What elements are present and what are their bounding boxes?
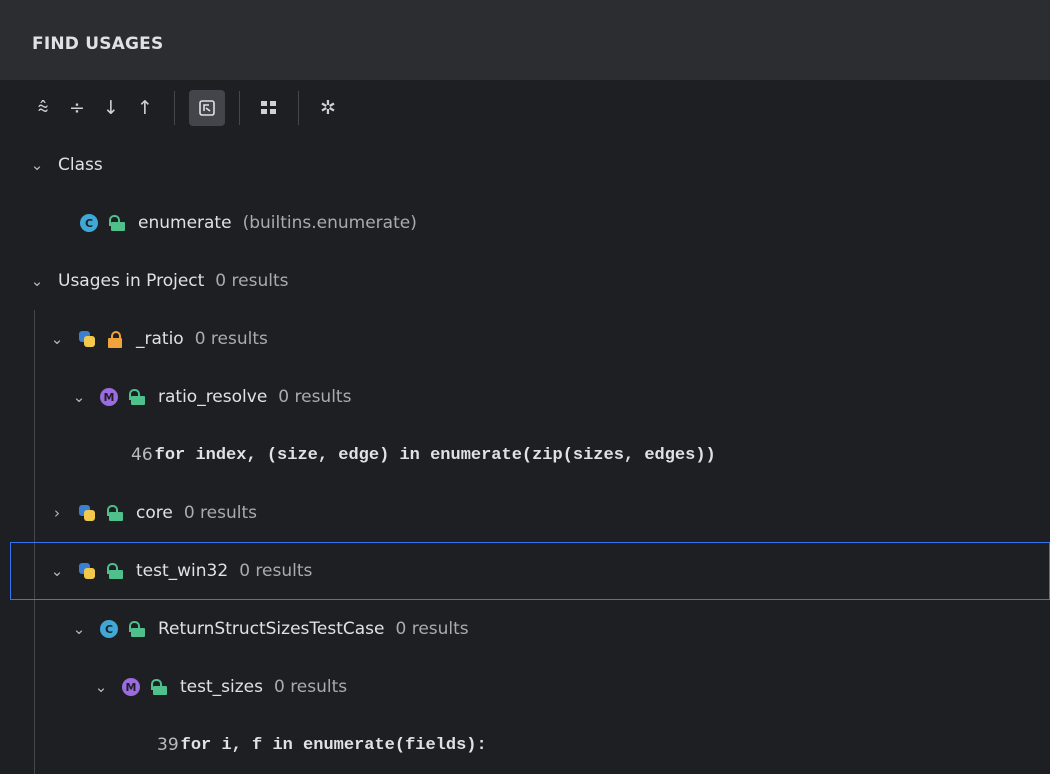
- tree-group-class[interactable]: ⌄ Class: [0, 136, 1050, 194]
- expand-all-icon[interactable]: ⩯: [28, 90, 58, 126]
- result-count: 0 results: [278, 387, 352, 407]
- collapse-all-icon[interactable]: ÷: [62, 90, 92, 126]
- chevron-down-icon[interactable]: ⌄: [48, 562, 66, 580]
- line-number: 39: [157, 735, 179, 755]
- toolbar-divider: [174, 91, 175, 125]
- class-icon: C: [100, 620, 118, 638]
- chevron-down-icon[interactable]: ⌄: [92, 678, 110, 696]
- tree-item-test-win32[interactable]: ⌄ test_win32 0 results: [10, 542, 1050, 600]
- usage-line[interactable]: 39 for i, f in enumerate(fields):: [0, 716, 1050, 774]
- arrow-up-icon[interactable]: ↑: [130, 90, 160, 126]
- item-name: ReturnStructSizesTestCase: [158, 619, 385, 639]
- public-lock-icon: [108, 214, 126, 232]
- tree-item-ratio-resolve[interactable]: ⌄ M ratio_resolve 0 results: [0, 368, 1050, 426]
- python-module-icon: [78, 330, 96, 348]
- public-lock-icon: [128, 388, 146, 406]
- result-count: 0 results: [239, 561, 313, 581]
- item-qualifier: (builtins.enumerate): [242, 213, 417, 233]
- tree-item-enumerate[interactable]: C enumerate (builtins.enumerate): [0, 194, 1050, 252]
- chevron-right-icon[interactable]: ›: [48, 504, 66, 522]
- result-count: 0 results: [395, 619, 469, 639]
- tree-group-usages[interactable]: ⌄ Usages in Project 0 results: [0, 252, 1050, 310]
- toolbar-divider: [239, 91, 240, 125]
- settings-icon[interactable]: ✲: [313, 90, 343, 126]
- result-count: 0 results: [194, 329, 268, 349]
- chevron-down-icon[interactable]: ⌄: [28, 156, 46, 174]
- private-lock-icon: [106, 330, 124, 348]
- usages-children: ⌄ _ratio 0 results ⌄ M ratio_resolve 0 r…: [0, 310, 1050, 774]
- toolbar: ⩯ ÷ ↓ ↑ ✲: [0, 80, 1050, 136]
- chevron-down-icon[interactable]: ⌄: [70, 620, 88, 638]
- method-icon: M: [122, 678, 140, 696]
- item-name: ratio_resolve: [158, 387, 268, 407]
- layout-icon[interactable]: [254, 90, 284, 126]
- group-by-icon[interactable]: [189, 90, 225, 126]
- item-name: core: [136, 503, 173, 523]
- tree-item-testcase[interactable]: ⌄ C ReturnStructSizesTestCase 0 results: [0, 600, 1050, 658]
- item-name: test_sizes: [180, 677, 263, 697]
- chevron-down-icon[interactable]: ⌄: [70, 388, 88, 406]
- result-count: 0 results: [183, 503, 257, 523]
- group-label: Usages in Project: [58, 271, 205, 291]
- item-name: test_win32: [136, 561, 229, 581]
- result-count: 0 results: [215, 271, 289, 291]
- item-name: _ratio: [136, 329, 184, 349]
- arrow-down-icon[interactable]: ↓: [96, 90, 126, 126]
- toolbar-divider: [298, 91, 299, 125]
- code-snippet: for i, f in enumerate(fields):: [180, 735, 487, 755]
- tree-item-ratio[interactable]: ⌄ _ratio 0 results: [0, 310, 1050, 368]
- tree-item-test-sizes[interactable]: ⌄ M test_sizes 0 results: [0, 658, 1050, 716]
- public-lock-icon: [150, 678, 168, 696]
- item-name: enumerate: [138, 213, 232, 233]
- python-module-icon: [78, 504, 96, 522]
- result-count: 0 results: [273, 677, 348, 697]
- panel-title: FIND USAGES: [32, 34, 164, 54]
- class-icon: C: [80, 214, 98, 232]
- public-lock-icon: [106, 504, 124, 522]
- usage-line[interactable]: 46 for index, (size, edge) in enumerate(…: [0, 426, 1050, 484]
- public-lock-icon: [128, 620, 146, 638]
- public-lock-icon: [106, 562, 124, 580]
- chevron-down-icon[interactable]: ⌄: [48, 330, 66, 348]
- method-icon: M: [100, 388, 118, 406]
- tree-item-core[interactable]: › core 0 results: [0, 484, 1050, 542]
- group-label: Class: [58, 155, 103, 175]
- panel-header: FIND USAGES: [0, 0, 1050, 80]
- code-snippet: for index, (size, edge) in enumerate(zip…: [154, 445, 716, 465]
- usages-tree: ⌄ Class C enumerate (builtins.enumerate)…: [0, 136, 1050, 774]
- line-number: 46: [131, 445, 153, 465]
- chevron-down-icon[interactable]: ⌄: [28, 272, 46, 290]
- python-module-icon: [78, 562, 96, 580]
